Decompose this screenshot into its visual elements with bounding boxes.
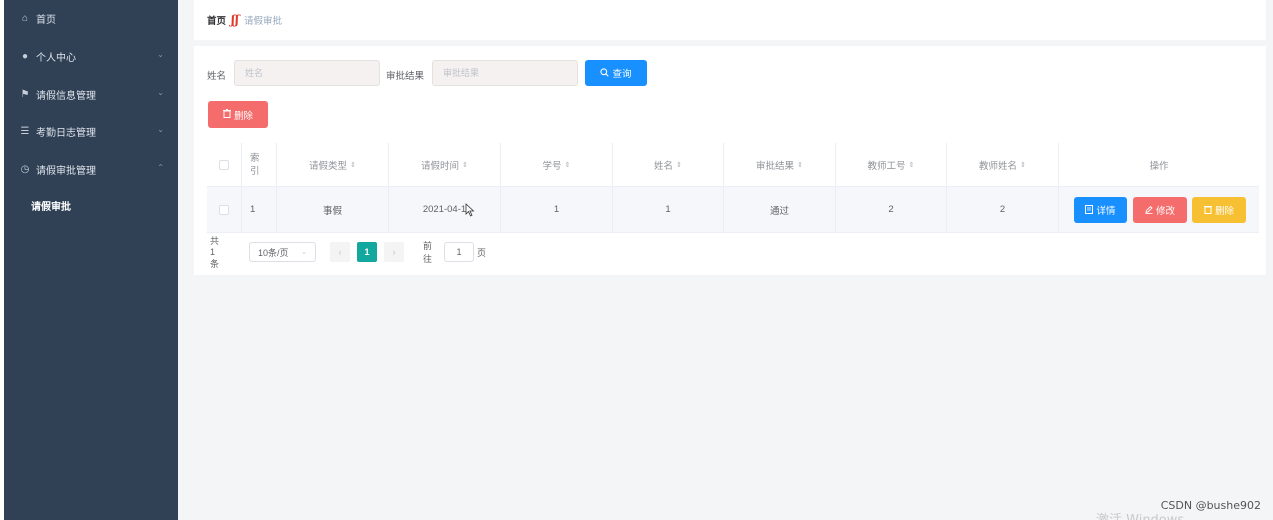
header-index-label: 索引 — [250, 152, 260, 177]
header-leave-time[interactable]: 请假时间 ⇕ — [389, 143, 501, 186]
page-size-value: 10条/页 — [258, 247, 289, 258]
sidebar-item-label: 请假审批管理 — [36, 165, 96, 177]
page-unit-label: 页 — [477, 247, 487, 258]
sidebar-subitem-label: 请假审批 — [31, 201, 71, 213]
sort-icon[interactable]: ⇕ — [1020, 161, 1026, 169]
edit-label: 修改 — [1155, 206, 1175, 217]
cell-student-no: 1 — [501, 187, 613, 232]
sidebar-item-leave-info[interactable]: ⚑ 请假信息管理 ⌄ — [4, 76, 178, 112]
query-button-label: 查询 — [612, 69, 632, 80]
content-panel: 姓名 审批结果 查询 删除 索引 请假类型⇕ 请假时间⇕ 学号⇕ 姓名 — [194, 46, 1266, 275]
header-student-no[interactable]: 学号 ⇕ — [501, 143, 613, 186]
chevron-down-icon: ⌄ — [157, 88, 164, 97]
windows-activation-watermark: 激活 Windows — [1096, 509, 1184, 520]
header-result[interactable]: 审批结果 ⇕ — [724, 143, 836, 186]
cell-teacher-name: 2 — [947, 187, 1059, 232]
header-index: 索引 — [242, 143, 277, 186]
list-icon: ☰ — [20, 125, 30, 137]
header-label: 姓名 — [654, 160, 674, 172]
header-label: 操作 — [1149, 160, 1169, 172]
header-label: 教师工号 — [867, 160, 906, 172]
delete-button[interactable]: 删除 — [1192, 197, 1246, 223]
checkbox[interactable] — [219, 204, 229, 215]
home-icon: ⌂ — [21, 12, 29, 24]
sidebar-item-profile[interactable]: ● 个人中心 ⌄ — [4, 38, 178, 74]
sort-icon[interactable]: ⇕ — [797, 161, 803, 169]
batch-delete-button[interactable]: 删除 — [208, 101, 268, 128]
page-size-select[interactable]: 10条/页 ⌄ — [249, 242, 316, 262]
header-name[interactable]: 姓名 ⇕ — [613, 143, 724, 186]
header-label: 请假类型 — [309, 160, 348, 172]
chevron-down-icon: ⌄ — [157, 125, 164, 134]
sort-icon[interactable]: ⇕ — [909, 161, 915, 169]
sidebar-item-label: 考勤日志管理 — [36, 127, 96, 139]
query-button[interactable]: 查询 — [585, 60, 647, 86]
sort-icon[interactable]: ⇕ — [565, 161, 571, 169]
chevron-down-icon: ⌄ — [157, 50, 164, 59]
sidebar: ⌂ 首页 ● 个人中心 ⌄ ⚑ 请假信息管理 ⌄ ☰ 考勤日志管理 ⌄ ◷ 请假… — [4, 0, 178, 520]
detail-button[interactable]: 详情 — [1074, 197, 1127, 223]
breadcrumb-current: 请假审批 — [243, 16, 282, 27]
prev-page-button[interactable]: ‹ — [330, 242, 350, 262]
clock-icon: ◷ — [20, 163, 30, 175]
header-label: 审批结果 — [756, 160, 795, 172]
header-leave-type[interactable]: 请假类型 ⇕ — [277, 143, 389, 186]
header-actions: 操作 — [1059, 143, 1259, 186]
sidebar-item-home[interactable]: ⌂ 首页 — [4, 0, 178, 36]
cell-result: 通过 — [724, 187, 836, 232]
delete-label: 删除 — [1214, 206, 1234, 217]
sidebar-item-attendance[interactable]: ☰ 考勤日志管理 ⌄ — [4, 113, 178, 149]
chevron-down-icon: ⌄ — [301, 249, 307, 256]
table-row: 1 事假 2021-04-1 1 1 通过 2 2 详情 修改 删除 — [207, 187, 1259, 233]
header-label: 学号 — [542, 160, 562, 172]
sidebar-item-label: 个人中心 — [36, 52, 76, 64]
batch-delete-label: 删除 — [233, 110, 253, 122]
header-teacher-name[interactable]: 教师姓名 ⇕ — [947, 143, 1059, 186]
breadcrumb: 首页 ʃʃ 请假审批 — [194, 0, 1266, 40]
row-select[interactable] — [207, 187, 242, 232]
breadcrumb-home[interactable]: 首页 — [207, 13, 226, 27]
sort-icon[interactable]: ⇕ — [676, 161, 682, 169]
breadcrumb-separator-icon: ʃʃ — [231, 13, 239, 27]
next-page-button[interactable]: › — [384, 242, 404, 262]
sidebar-item-label: 请假信息管理 — [36, 90, 96, 102]
search-icon — [600, 67, 610, 79]
page-number-active[interactable]: 1 — [357, 242, 377, 262]
sort-icon[interactable]: ⇕ — [350, 161, 356, 169]
cell-teacher-no: 2 — [836, 187, 947, 232]
detail-label: 详情 — [1096, 206, 1116, 217]
document-icon — [1085, 204, 1094, 216]
table-header-row: 索引 请假类型 ⇕ 请假时间 ⇕ 学号 ⇕ 姓名 ⇕ 审批结果 ⇕ 教师工号 ⇕ 教师姓名 ⇕… — [207, 143, 1259, 187]
flag-icon: ⚑ — [20, 88, 30, 100]
sidebar-item-label: 首页 — [36, 14, 56, 26]
trash-icon — [1203, 205, 1212, 216]
edit-icon — [1145, 205, 1153, 216]
result-input[interactable] — [432, 60, 578, 86]
result-label: 审批结果 — [386, 71, 425, 82]
edit-button[interactable]: 修改 — [1133, 197, 1187, 223]
cell-name: 1 — [613, 187, 724, 232]
header-label: 请假时间 — [421, 160, 460, 172]
chevron-up-icon: ⌃ — [157, 163, 164, 172]
cell-actions: 详情 修改 删除 — [1059, 187, 1259, 232]
checkbox[interactable] — [219, 159, 229, 170]
user-icon: ● — [21, 50, 29, 62]
pagination-total: 共 1 条 — [210, 236, 220, 269]
name-input[interactable] — [234, 60, 380, 86]
goto-page-input[interactable]: 1 — [444, 242, 474, 262]
sidebar-item-approval-mgmt[interactable]: ◷ 请假审批管理 ⌃ — [4, 151, 178, 187]
header-teacher-no[interactable]: 教师工号 ⇕ — [836, 143, 947, 186]
cell-leave-time: 2021-04-1 — [389, 187, 501, 232]
trash-icon — [222, 109, 231, 120]
sidebar-subitem-approval[interactable]: 请假审批 — [4, 187, 178, 223]
header-label: 教师姓名 — [979, 160, 1018, 172]
main-content: 首页 ʃʃ 请假审批 姓名 审批结果 查询 删除 索引 请假类型⇕ — [178, 0, 1273, 520]
name-label: 姓名 — [207, 71, 227, 82]
goto-label: 前往 — [423, 241, 433, 264]
cell-index: 1 — [242, 187, 277, 232]
header-select-all[interactable] — [207, 143, 242, 186]
cell-leave-type: 事假 — [277, 187, 389, 232]
sort-icon[interactable]: ⇕ — [462, 161, 468, 169]
